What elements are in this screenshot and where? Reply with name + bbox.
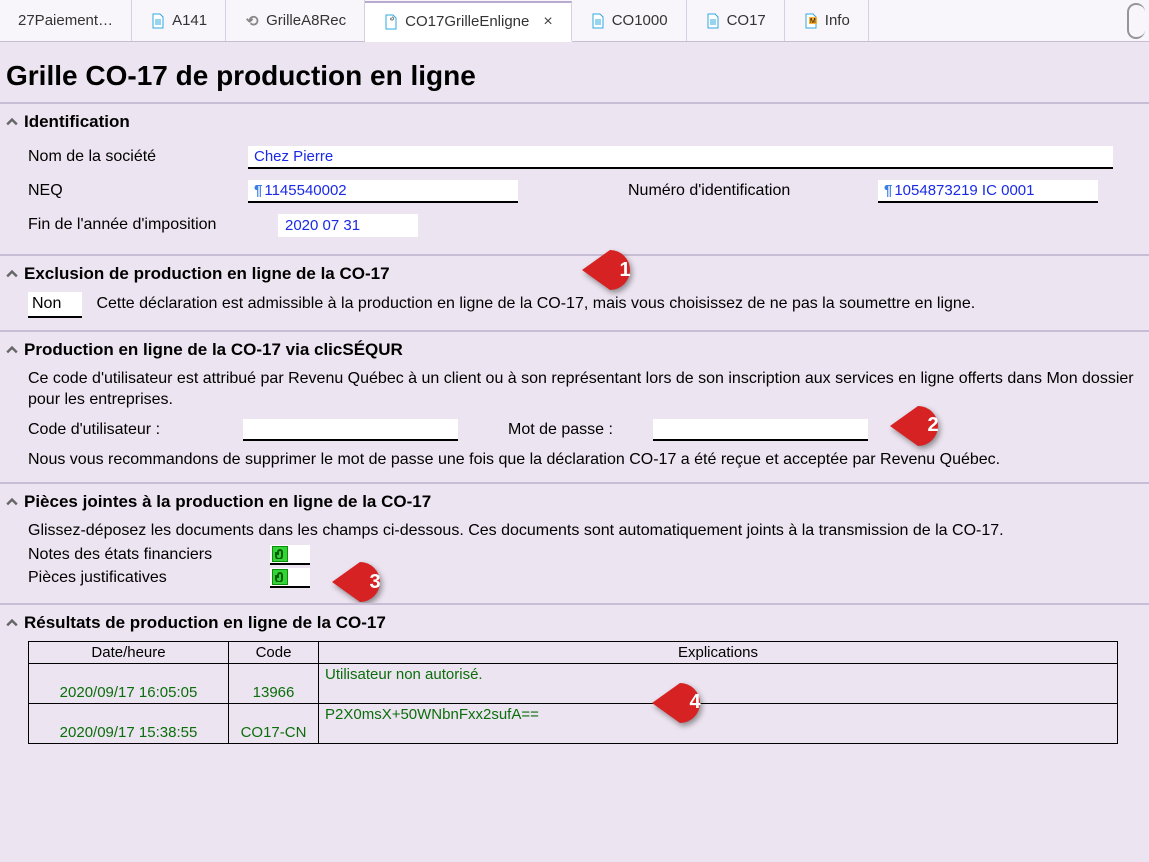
field-neq[interactable]: ¶1145540002 [248, 180, 518, 203]
section-exclusion: Exclusion de production en ligne de la C… [0, 254, 1149, 330]
results-table: Date/heure Code Explications 2020/09/17 … [28, 641, 1118, 744]
tab-co1000[interactable]: CO1000 [572, 0, 687, 41]
tab-info[interactable]: M Info [785, 0, 869, 41]
tab-co17[interactable]: CO17 [687, 0, 785, 41]
cell-expl: Utilisateur non autorisé. [319, 663, 1118, 703]
cell-code: 13966 [229, 663, 319, 703]
paperclip-icon [272, 546, 288, 562]
field-company-name[interactable]: Chez Pierre [248, 146, 1113, 169]
chevron-up-icon[interactable] [4, 615, 20, 631]
field-idnum[interactable]: ¶1054873219 IC 0001 [878, 180, 1098, 203]
label-password: Mot de passe : [508, 421, 643, 439]
document-icon [590, 13, 606, 29]
tab-label: A141 [172, 12, 207, 29]
field-year-end[interactable]: 2020 07 31 [278, 214, 418, 237]
cell-expl: P2X0msX+50WNbnFxx2sufA== [319, 703, 1118, 743]
cell-datetime: 2020/09/17 15:38:55 [29, 703, 229, 743]
label-company-name: Nom de la société [28, 148, 248, 166]
section-title: Pièces jointes à la production en ligne … [24, 492, 431, 512]
section-results: Résultats de production en ligne de la C… [0, 603, 1149, 744]
section-clicsequr: Production en ligne de la CO-17 via clic… [0, 330, 1149, 483]
label-year-end: Fin de l'année d'imposition [28, 216, 278, 234]
clicsequr-note: Nous vous recommandons de supprimer le m… [28, 449, 1135, 471]
chevron-up-icon[interactable] [4, 266, 20, 282]
svg-text:M: M [810, 18, 816, 25]
label-neq: NEQ [28, 182, 248, 200]
document-m-icon: M [803, 13, 819, 29]
attach-slot-justif[interactable] [270, 568, 310, 588]
col-code: Code [229, 641, 319, 663]
attachments-intro: Glissez-déposez les documents dans les c… [28, 520, 1135, 542]
tab-co17grilleenligne[interactable]: CO17GrilleEnligne × [365, 1, 572, 42]
scroll-tabs-icon[interactable] [1127, 3, 1145, 39]
tab-grillea8rec[interactable]: ⟲ GrilleA8Rec [226, 0, 365, 41]
field-exclusion[interactable]: Non [28, 292, 82, 318]
document-icon [150, 13, 166, 29]
label-pieces-justif: Pièces justificatives [28, 569, 258, 587]
label-notes-efs: Notes des états financiers [28, 546, 258, 564]
input-password[interactable] [653, 419, 868, 441]
chevron-up-icon[interactable] [4, 342, 20, 358]
tab-paiement[interactable]: 27Paiement… [0, 0, 132, 41]
table-header-row: Date/heure Code Explications [29, 641, 1118, 663]
paperclip-icon [272, 569, 288, 585]
cell-datetime: 2020/09/17 16:05:05 [29, 663, 229, 703]
tab-label: CO17 [727, 12, 766, 29]
tab-label: CO1000 [612, 12, 668, 29]
tab-label: 27Paiement… [18, 12, 113, 29]
table-row: 2020/09/17 15:38:55 CO17-CN P2X0msX+50WN… [29, 703, 1118, 743]
cell-code: CO17-CN [229, 703, 319, 743]
attach-slot-notes[interactable] [270, 545, 310, 565]
label-idnum: Numéro d'identification [628, 182, 878, 200]
section-title: Identification [24, 112, 130, 132]
clicsequr-intro: Ce code d'utilisateur est attribué par R… [28, 368, 1135, 411]
label-user-code: Code d'utilisateur : [28, 421, 233, 439]
tab-label: CO17GrilleEnligne [405, 13, 529, 30]
input-user-code[interactable] [243, 419, 458, 441]
section-identification: Identification Nom de la société Chez Pi… [0, 102, 1149, 254]
document-clip-icon [383, 14, 399, 30]
tab-a141[interactable]: A141 [132, 0, 226, 41]
bracket-icon: ⟲ [244, 13, 260, 29]
document-icon [705, 13, 721, 29]
exclusion-text: Cette déclaration est admissible à la pr… [96, 295, 975, 312]
tab-bar: 27Paiement… A141 ⟲ GrilleA8Rec CO17Grill… [0, 0, 1149, 42]
section-title: Production en ligne de la CO-17 via clic… [24, 340, 403, 360]
section-attachments: Pièces jointes à la production en ligne … [0, 482, 1149, 603]
col-expl: Explications [319, 641, 1118, 663]
chevron-up-icon[interactable] [4, 494, 20, 510]
page-title: Grille CO-17 de production en ligne [0, 42, 1149, 102]
tab-label: Info [825, 12, 850, 29]
section-title: Exclusion de production en ligne de la C… [24, 264, 390, 284]
col-datetime: Date/heure [29, 641, 229, 663]
close-icon[interactable]: × [543, 13, 552, 31]
section-title: Résultats de production en ligne de la C… [24, 613, 386, 633]
table-row: 2020/09/17 16:05:05 13966 Utilisateur no… [29, 663, 1118, 703]
tab-label: GrilleA8Rec [266, 12, 346, 29]
